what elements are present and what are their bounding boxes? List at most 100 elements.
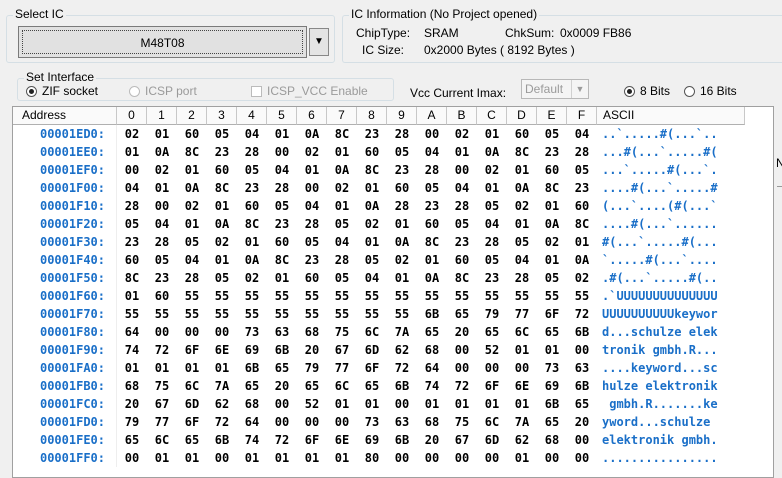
byte-cell[interactable]: 00 — [447, 161, 477, 179]
byte-cell[interactable]: 8C — [237, 215, 267, 233]
byte-cell[interactable]: 77 — [507, 305, 537, 323]
byte-cell[interactable]: 55 — [477, 287, 507, 305]
byte-cell[interactable]: 69 — [237, 341, 267, 359]
byte-cell[interactable]: 01 — [537, 251, 567, 269]
ascii-cell[interactable]: gmbh.R.......ke — [597, 395, 745, 413]
byte-cell[interactable]: 8C — [567, 215, 597, 233]
byte-cell[interactable]: 01 — [117, 359, 147, 377]
ascii-cell[interactable]: ...`.....#(...`. — [597, 161, 745, 179]
byte-cell[interactable]: 0A — [207, 215, 237, 233]
byte-cell[interactable]: 55 — [177, 305, 207, 323]
byte-cell[interactable]: 01 — [237, 233, 267, 251]
byte-cell[interactable]: 28 — [117, 197, 147, 215]
byte-cell[interactable]: 01 — [267, 269, 297, 287]
byte-cell[interactable]: 55 — [327, 287, 357, 305]
byte-cell[interactable]: 6D — [177, 395, 207, 413]
byte-cell[interactable]: 55 — [417, 287, 447, 305]
byte-cell[interactable]: 01 — [177, 215, 207, 233]
byte-cell[interactable]: 55 — [567, 287, 597, 305]
byte-cell[interactable]: 05 — [357, 251, 387, 269]
header-col[interactable]: 2 — [177, 107, 207, 125]
byte-cell[interactable]: 05 — [147, 251, 177, 269]
byte-cell[interactable]: 00 — [117, 449, 147, 467]
byte-cell[interactable]: 68 — [417, 413, 447, 431]
byte-cell[interactable]: 05 — [117, 215, 147, 233]
header-col[interactable]: F — [567, 107, 597, 125]
byte-cell[interactable]: 01 — [537, 197, 567, 215]
byte-cell[interactable]: 01 — [147, 359, 177, 377]
byte-cell[interactable]: 02 — [357, 215, 387, 233]
header-col[interactable]: C — [477, 107, 507, 125]
byte-cell[interactable]: 60 — [387, 179, 417, 197]
byte-cell[interactable]: 05 — [207, 125, 237, 143]
byte-cell[interactable]: 00 — [477, 449, 507, 467]
byte-cell[interactable]: 8C — [117, 269, 147, 287]
byte-cell[interactable]: 55 — [237, 287, 267, 305]
byte-cell[interactable]: 01 — [387, 269, 417, 287]
byte-cell[interactable]: 65 — [537, 323, 567, 341]
byte-cell[interactable]: 55 — [507, 287, 537, 305]
byte-cell[interactable]: 02 — [147, 161, 177, 179]
byte-cell[interactable]: 0A — [147, 143, 177, 161]
byte-cell[interactable]: 74 — [117, 341, 147, 359]
byte-cell[interactable]: 23 — [567, 179, 597, 197]
byte-cell[interactable]: 01 — [417, 395, 447, 413]
byte-cell[interactable]: 00 — [297, 179, 327, 197]
byte-cell[interactable]: 8C — [207, 179, 237, 197]
byte-cell[interactable]: 6C — [477, 413, 507, 431]
byte-cell[interactable]: 05 — [327, 215, 357, 233]
byte-cell[interactable]: 69 — [537, 377, 567, 395]
byte-cell[interactable]: 55 — [147, 305, 177, 323]
byte-cell[interactable]: 05 — [477, 251, 507, 269]
byte-cell[interactable]: 68 — [297, 323, 327, 341]
byte-cell[interactable]: 01 — [207, 359, 237, 377]
header-col[interactable]: B — [447, 107, 477, 125]
zif-socket-radio[interactable]: ZIF socket — [26, 84, 98, 98]
byte-cell[interactable]: 8C — [357, 161, 387, 179]
byte-cell[interactable]: 60 — [267, 233, 297, 251]
byte-cell[interactable]: 00 — [267, 395, 297, 413]
ascii-cell[interactable]: tronik gmbh.R... — [597, 341, 745, 359]
byte-cell[interactable]: 02 — [537, 233, 567, 251]
byte-cell[interactable]: 01 — [567, 233, 597, 251]
byte-cell[interactable]: 55 — [237, 305, 267, 323]
byte-cell[interactable]: 23 — [267, 215, 297, 233]
byte-cell[interactable]: 00 — [537, 449, 567, 467]
byte-cell[interactable]: 55 — [297, 287, 327, 305]
byte-cell[interactable]: 65 — [237, 377, 267, 395]
byte-cell[interactable]: 28 — [267, 179, 297, 197]
byte-cell[interactable]: 01 — [147, 125, 177, 143]
byte-cell[interactable]: 73 — [357, 413, 387, 431]
byte-cell[interactable]: 23 — [297, 251, 327, 269]
byte-cell[interactable]: 8C — [267, 251, 297, 269]
byte-cell[interactable]: 02 — [207, 233, 237, 251]
byte-cell[interactable]: 72 — [567, 305, 597, 323]
byte-cell[interactable]: 00 — [267, 143, 297, 161]
byte-cell[interactable]: 73 — [237, 323, 267, 341]
byte-cell[interactable]: 55 — [447, 287, 477, 305]
byte-cell[interactable]: 6B — [537, 395, 567, 413]
byte-cell[interactable]: 67 — [327, 341, 357, 359]
byte-cell[interactable]: 04 — [177, 251, 207, 269]
byte-cell[interactable]: 20 — [567, 413, 597, 431]
byte-cell[interactable]: 0A — [387, 233, 417, 251]
header-ascii[interactable]: ASCII — [597, 107, 745, 125]
byte-cell[interactable]: 23 — [147, 269, 177, 287]
byte-cell[interactable]: 00 — [447, 341, 477, 359]
byte-cell[interactable]: 20 — [267, 377, 297, 395]
header-col[interactable]: E — [537, 107, 567, 125]
byte-cell[interactable]: 69 — [357, 431, 387, 449]
byte-cell[interactable]: 01 — [507, 395, 537, 413]
byte-cell[interactable]: 75 — [447, 413, 477, 431]
bits-8-radio[interactable]: 8 Bits — [624, 84, 670, 98]
ic-select-combo[interactable]: M48T08 — [18, 26, 307, 58]
byte-cell[interactable]: 64 — [237, 413, 267, 431]
byte-cell[interactable]: 79 — [477, 305, 507, 323]
byte-cell[interactable]: 00 — [387, 395, 417, 413]
byte-cell[interactable]: 01 — [537, 341, 567, 359]
byte-cell[interactable]: 23 — [117, 233, 147, 251]
byte-cell[interactable]: 67 — [147, 395, 177, 413]
byte-cell[interactable]: 02 — [507, 197, 537, 215]
byte-cell[interactable]: 00 — [177, 323, 207, 341]
byte-cell[interactable]: 02 — [477, 161, 507, 179]
